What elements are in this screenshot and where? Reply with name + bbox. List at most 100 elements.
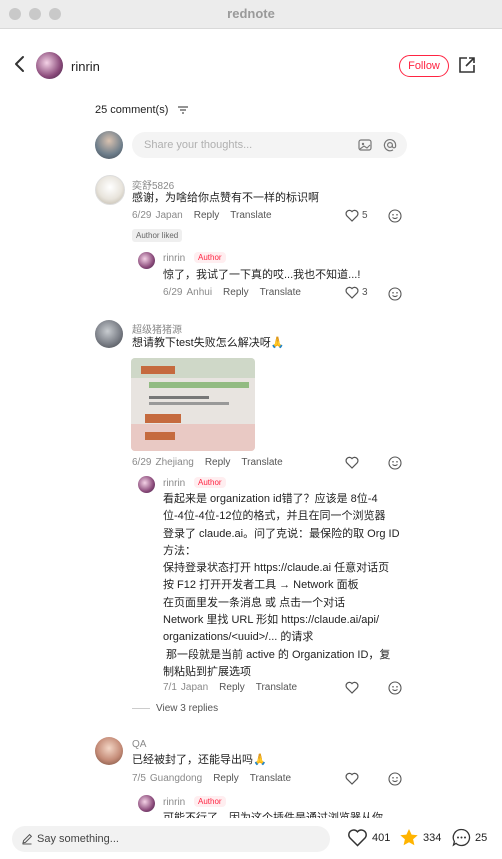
emoji-reaction-icon[interactable]: [388, 456, 402, 470]
emoji-reaction-icon[interactable]: [388, 772, 402, 786]
sort-icon[interactable]: [178, 106, 188, 114]
comment-date: 6/29: [132, 457, 152, 468]
comment-text: 想请教下test失败怎么解决呀🙏: [132, 335, 284, 352]
post-comment-count: 25: [475, 831, 488, 844]
reply-line: 按 F12 打开开发者工具 → Network 面板: [163, 579, 359, 592]
comment-emoji: 🙏: [253, 754, 267, 766]
reply-button[interactable]: Reply: [205, 457, 231, 468]
reply-author[interactable]: rinrin: [163, 478, 185, 489]
reply-text: 惊了，我试了一下真的哎...我也不知道...!: [163, 269, 361, 281]
comment-like-button[interactable]: [345, 456, 359, 469]
comment-meta: 6/29 Zhejiang Reply Translate: [132, 457, 294, 468]
author-badge: Author: [194, 796, 226, 807]
reply-avatar[interactable]: [138, 252, 155, 269]
author-liked-tag: Author liked: [132, 229, 183, 242]
my-avatar: [95, 131, 123, 159]
author-badge: Author: [194, 252, 226, 263]
follow-button[interactable]: Follow: [399, 55, 449, 77]
comment-meta: 6/29 Japan Reply Translate: [132, 210, 283, 221]
view-replies-link[interactable]: View 3 replies: [132, 703, 218, 714]
comment-count: 25 comment(s): [95, 104, 169, 116]
commenter-avatar[interactable]: [95, 737, 123, 765]
reply-author[interactable]: rinrin: [163, 253, 185, 264]
reply-text: 看起来是 organization id错了？应该是 8位-4 位-4位-4位-…: [163, 491, 400, 681]
share-icon[interactable]: [458, 56, 476, 74]
app-title: rednote: [227, 6, 275, 21]
comment-location: Guangdong: [149, 773, 203, 784]
translate-button[interactable]: Translate: [250, 773, 291, 784]
reply-button[interactable]: Reply: [194, 210, 220, 221]
translate-button[interactable]: Translate: [256, 682, 297, 693]
heart-icon: [345, 209, 359, 222]
translate-button[interactable]: Translate: [241, 457, 282, 468]
heart-icon: [345, 772, 359, 785]
reply-meta: 6/29 Anhui Reply Translate: [163, 287, 312, 298]
comment-text: 已经被封了，还能导出吗🙏: [132, 752, 267, 769]
comment-like-button[interactable]: 5: [345, 209, 368, 222]
post-favorite-count: 334: [423, 831, 442, 844]
commenter-avatar[interactable]: [95, 175, 125, 205]
reply-like-button[interactable]: 3: [345, 286, 368, 299]
say-something-input[interactable]: Say something...: [12, 826, 330, 852]
reply-avatar[interactable]: [138, 795, 155, 812]
reply-avatar[interactable]: [138, 476, 155, 493]
post-like-count: 401: [372, 831, 391, 844]
author-badge: Author: [194, 477, 226, 488]
like-count: 5: [362, 210, 368, 221]
reply-line: Network 里找 URL 形如 https://claude.ai/api/: [163, 614, 380, 627]
translate-button[interactable]: Translate: [260, 287, 301, 298]
like-count: 3: [362, 287, 368, 298]
avatar[interactable]: [36, 52, 63, 79]
post-comment-button[interactable]: 25: [452, 828, 487, 847]
comment-emoji: 🙏: [270, 337, 285, 349]
reply-line: 位-4位-4位-12位的格式，并且在同一个浏览器: [163, 510, 386, 523]
bottom-action-bar: Say something... 401 334 25: [0, 818, 502, 859]
comment-author[interactable]: 超级猪猪源: [132, 321, 182, 336]
comment-text: 感谢，为啥给你点赞有不一样的标识啊: [132, 192, 319, 204]
comment-author[interactable]: QA: [132, 739, 146, 750]
reply-line: 看起来是 organization id错了？应该是 8位-4: [163, 493, 378, 505]
reply-line: organizations/<uuid>/... 的请求: [163, 631, 314, 644]
comment-input[interactable]: Share your thoughts...: [132, 132, 407, 158]
translate-button[interactable]: Translate: [230, 210, 271, 221]
post-like-button[interactable]: 401: [347, 828, 390, 847]
emoji-reaction-icon[interactable]: [388, 209, 402, 223]
emoji-reaction-icon[interactable]: [388, 287, 402, 301]
author-name[interactable]: rinrin: [71, 59, 100, 74]
comment-bubble-icon: [452, 828, 471, 847]
reply-line: 在页面里发一条消息 或 点击一个对话: [163, 596, 346, 609]
mention-icon[interactable]: [383, 138, 397, 152]
comment-text-body: 想请教下test失败怎么解决呀: [132, 337, 271, 349]
reply-like-button[interactable]: [345, 681, 359, 694]
comment-image[interactable]: [131, 358, 255, 451]
reply-button[interactable]: Reply: [219, 682, 245, 693]
reply-button[interactable]: Reply: [213, 773, 239, 784]
say-something-placeholder: Say something...: [37, 833, 119, 845]
reply-line: 保持登录状态打开 https://claude.ai 任意对话页: [163, 562, 390, 575]
star-icon: [400, 829, 418, 846]
reply-author[interactable]: rinrin: [163, 797, 185, 808]
heart-icon: [348, 829, 367, 847]
comment-input-placeholder: Share your thoughts...: [144, 139, 253, 151]
heart-icon: [345, 681, 359, 694]
commenter-avatar[interactable]: [95, 320, 123, 348]
comment-text-body: 已经被封了，还能导出吗: [132, 754, 253, 766]
comment-location: Japan: [155, 210, 183, 221]
reply-line: 制粘贴到扩展选项: [163, 665, 251, 678]
heart-icon: [345, 456, 359, 469]
emoji-reaction-icon[interactable]: [388, 681, 402, 695]
comment-like-button[interactable]: [345, 772, 359, 785]
post-header: rinrin Follow: [0, 28, 502, 104]
comment-meta: 7/5 Guangdong Reply Translate: [132, 773, 302, 784]
reply-button[interactable]: Reply: [223, 287, 249, 298]
comment-date: 7/5: [132, 773, 146, 784]
pencil-icon: [22, 833, 33, 845]
comment-date: 6/29: [132, 210, 152, 221]
post-favorite-button[interactable]: 334: [399, 828, 441, 847]
reply-date: 7/1: [163, 682, 177, 693]
reply-line: 那一段就是当前 active 的 Organization ID，复: [163, 648, 391, 661]
back-arrow-icon[interactable]: [10, 54, 30, 74]
heart-icon: [345, 286, 359, 299]
image-icon[interactable]: [358, 138, 372, 152]
comment-location: Zhejiang: [155, 457, 194, 468]
